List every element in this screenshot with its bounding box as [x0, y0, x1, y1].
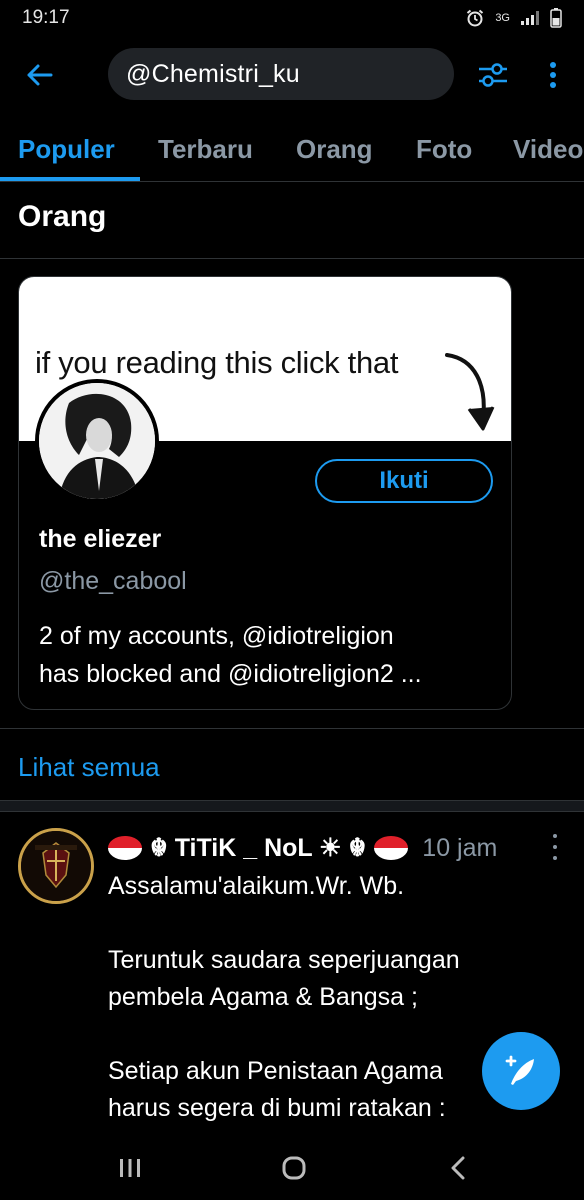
tab-orang[interactable]: Orang: [296, 134, 373, 165]
more-options-button[interactable]: [540, 56, 566, 94]
follow-button[interactable]: Ikuti: [315, 459, 493, 503]
tab-video[interactable]: Video: [513, 134, 583, 165]
home-icon: [282, 1156, 306, 1180]
user-bio-line: 2 of my accounts, @idiotreligion: [39, 622, 394, 650]
divider: [0, 728, 584, 729]
recent-apps-icon: [120, 1159, 140, 1177]
section-separator: [0, 800, 584, 812]
banner-text: if you reading this click that: [35, 345, 399, 380]
active-tab-indicator: [0, 177, 140, 181]
status-time: 19:17: [22, 7, 70, 28]
alarm-icon: [465, 8, 485, 28]
search-input[interactable]: @Chemistri_ku: [108, 48, 454, 100]
signal-icon: [520, 10, 540, 26]
indonesia-flag-icon: [108, 836, 142, 860]
status-icons: 3G: [465, 8, 562, 28]
search-filter-button[interactable]: [474, 56, 512, 94]
tweet-line: pembela Agama & Bangsa ;: [108, 983, 418, 1011]
people-section-title: Orang: [18, 200, 107, 233]
avatar-portrait-icon: [39, 383, 155, 499]
user-card[interactable]: if you reading this click that Ikuti the…: [18, 276, 512, 710]
network-label: 3G: [495, 12, 510, 24]
user-bio-line: has blocked and @idiotreligion2 ...: [39, 660, 422, 688]
tweet-line: Teruntuk saudara seperjuangan: [108, 946, 460, 974]
see-all-link[interactable]: Lihat semua: [18, 752, 160, 783]
user-handle: @the_cabool: [39, 567, 187, 595]
top-bar: @Chemistri_ku: [0, 44, 584, 106]
indonesia-flag-icon: [374, 836, 409, 860]
tab-populer[interactable]: Populer: [18, 134, 115, 165]
tweet-author-name[interactable]: ☬ TiTiK _ NoL ☀ ☬: [150, 833, 366, 863]
user-display-name[interactable]: the eliezer: [39, 525, 161, 554]
status-bar: 19:17 3G: [0, 0, 584, 36]
tab-terbaru[interactable]: Terbaru: [158, 134, 253, 165]
divider: [0, 258, 584, 259]
home-button[interactable]: [274, 1150, 314, 1186]
search-query: @Chemistri_ku: [126, 59, 300, 88]
tweet-header: ☬ TiTiK _ NoL ☀ ☬ 10 jam: [108, 832, 578, 864]
user-avatar[interactable]: [35, 379, 159, 503]
back-button[interactable]: [22, 58, 56, 92]
system-navigation-bar: [0, 1136, 584, 1200]
tab-foto[interactable]: Foto: [416, 134, 472, 165]
emblem-avatar-icon: [21, 831, 91, 901]
more-vertical-icon: [550, 62, 556, 88]
tweet-more-button[interactable]: [550, 834, 560, 860]
filter-sliders-icon: [479, 63, 507, 87]
back-arrow-icon: [27, 64, 53, 86]
tweet-line: Assalamu'alaikum.Wr. Wb.: [108, 872, 405, 900]
tweet-author-avatar[interactable]: [18, 828, 94, 904]
curved-arrow-icon: [445, 353, 495, 431]
compose-tweet-button[interactable]: [482, 1032, 560, 1110]
user-bio: 2 of my accounts, @idiotreligion has blo…: [39, 617, 499, 693]
search-tabs: Populer Terbaru Orang Foto Video: [0, 120, 584, 182]
tweet-timestamp: 10 jam: [422, 833, 498, 862]
battery-icon: [550, 8, 562, 28]
compose-feather-icon: [505, 1055, 534, 1085]
back-chevron-icon: [451, 1156, 465, 1180]
back-nav-button[interactable]: [438, 1150, 478, 1186]
recent-apps-button[interactable]: [110, 1150, 150, 1186]
